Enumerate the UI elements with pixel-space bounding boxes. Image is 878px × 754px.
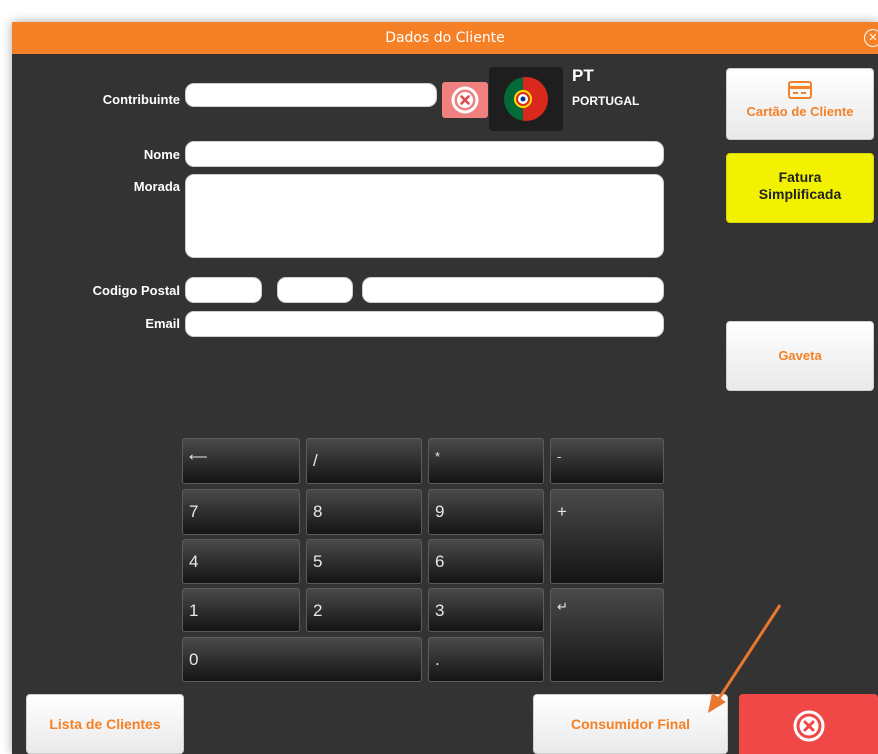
simplified-invoice-line1: Fatura (778, 169, 822, 185)
key-enter[interactable]: ↵ (550, 588, 664, 682)
key-7[interactable]: 7 (182, 489, 300, 535)
dialog-title: Dados do Cliente (385, 30, 505, 46)
key-slash[interactable]: / (306, 438, 422, 484)
postal-locality-input[interactable] (362, 277, 664, 303)
clear-contribuinte-button[interactable] (442, 82, 488, 118)
key-5[interactable]: 5 (306, 539, 422, 584)
final-consumer-label: Consumidor Final (571, 716, 690, 732)
key-backspace[interactable]: ⟵ (182, 438, 300, 484)
client-card-label: Cartão de Cliente (746, 104, 854, 119)
drawer-button[interactable]: Gaveta (726, 321, 874, 391)
final-consumer-button[interactable]: Consumidor Final (533, 694, 728, 754)
country-code: PT (572, 66, 594, 85)
key-2[interactable]: 2 (306, 588, 422, 632)
country-name: PORTUGAL (572, 94, 640, 108)
close-circle-icon (793, 710, 824, 742)
key-8[interactable]: 8 (306, 489, 422, 535)
dialog-titlebar: Dados do Cliente ✕ (12, 22, 878, 54)
key-6[interactable]: 6 (428, 539, 544, 584)
nome-input[interactable] (185, 141, 664, 167)
client-data-dialog: Dados do Cliente ✕ Contribuinte PT PORTU… (12, 22, 878, 754)
country-flag-button[interactable] (489, 67, 563, 131)
key-dot[interactable]: . (428, 637, 544, 682)
nome-label: Nome (143, 147, 180, 162)
client-list-button[interactable]: Lista de Clientes (26, 694, 184, 754)
portugal-flag-icon (504, 77, 548, 121)
client-list-label: Lista de Clientes (49, 716, 161, 732)
key-0[interactable]: 0 (182, 637, 422, 682)
postal-code-part1-input[interactable] (185, 277, 262, 303)
simplified-invoice-button[interactable]: Fatura Simplificada (726, 153, 874, 223)
key-9[interactable]: 9 (428, 489, 544, 535)
email-label: Email (145, 316, 180, 331)
close-icon[interactable]: ✕ (864, 29, 878, 47)
simplified-invoice-line2: Simplificada (758, 186, 842, 202)
cancel-button[interactable] (739, 694, 878, 754)
card-icon (788, 81, 812, 99)
key-asterisk[interactable]: * (428, 438, 544, 484)
morada-textarea[interactable] (185, 174, 664, 258)
key-minus[interactable]: - (550, 438, 664, 484)
clear-circle-icon (451, 86, 479, 114)
morada-label: Morada (133, 179, 180, 194)
client-card-button[interactable]: Cartão de Cliente (726, 68, 874, 140)
key-4[interactable]: 4 (182, 539, 300, 584)
key-3[interactable]: 3 (428, 588, 544, 632)
key-1[interactable]: 1 (182, 588, 300, 632)
codigo-postal-label: Codigo Postal (92, 283, 180, 298)
contribuinte-input[interactable] (185, 83, 437, 107)
drawer-label: Gaveta (778, 348, 822, 363)
postal-code-part2-input[interactable] (277, 277, 353, 303)
contribuinte-label: Contribuinte (102, 92, 180, 107)
email-input[interactable] (185, 311, 664, 337)
key-plus[interactable]: + (550, 489, 664, 584)
